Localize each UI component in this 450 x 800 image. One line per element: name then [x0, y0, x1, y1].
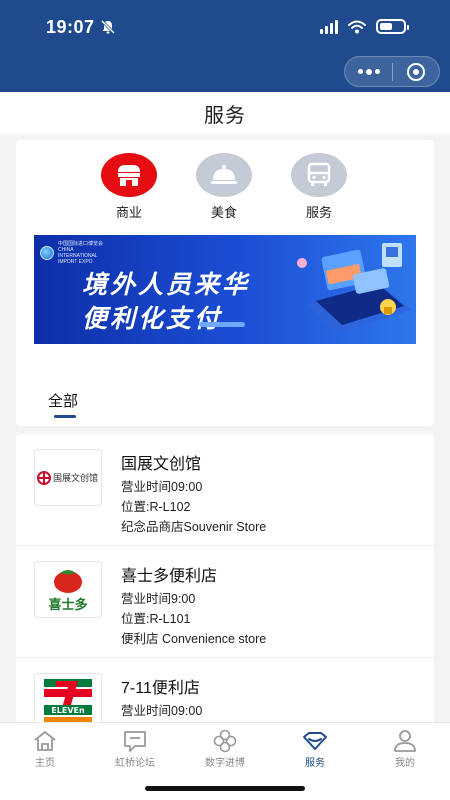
tab-service[interactable]: 服务	[280, 729, 350, 769]
close-miniprogram-icon[interactable]	[393, 57, 439, 86]
status-time: 19:07	[46, 17, 95, 37]
category-shopping[interactable]: 商业	[97, 153, 161, 221]
tab-profile[interactable]: 我的	[370, 729, 440, 769]
tab-forum[interactable]: 虹桥论坛	[100, 729, 170, 769]
food-cloche-icon	[196, 153, 252, 197]
profile-icon	[394, 730, 416, 752]
store-hours: 营业时间09:00	[121, 704, 203, 718]
globe-icon	[40, 246, 54, 260]
more-options-icon[interactable]	[345, 57, 392, 86]
store-name: 7-11便利店	[121, 680, 200, 697]
filter-tab-all[interactable]: 全部	[48, 390, 78, 411]
store-logo: 喜士多	[34, 561, 102, 618]
store-hours: 营业时间9:00	[121, 592, 196, 606]
tab-digital-expo[interactable]: 数字进博	[190, 729, 260, 769]
mini-program-capsule	[344, 56, 440, 87]
bus-icon	[291, 153, 347, 197]
svg-text:国展文创馆: 国展文创馆	[53, 472, 98, 484]
store-name: 喜士多便利店	[121, 568, 218, 585]
forum-icon	[124, 731, 146, 752]
status-bar: 19:07	[0, 0, 450, 92]
tab-label: 服务	[305, 758, 325, 769]
svg-text:ELEVEn: ELEVEn	[51, 706, 85, 715]
store-location: 位置:R-L102	[121, 500, 191, 514]
store-type: 纪念品商店Souvenir Store	[121, 520, 267, 534]
store-name: 国展文创馆	[121, 456, 202, 473]
banner-headline: 境外人员来华	[82, 271, 251, 299]
category-label: 商业	[115, 205, 142, 220]
category-label: 服务	[305, 205, 332, 220]
tab-label: 主页	[35, 758, 55, 769]
banner-pill-decoration	[199, 322, 245, 327]
list-item[interactable]: 国展文创馆 国展文创馆 营业时间09:00 位置:R-L102 纪念品商店Sou…	[16, 434, 434, 546]
shop-icon	[101, 153, 157, 197]
bell-muted-icon	[100, 19, 116, 35]
wifi-icon	[348, 20, 366, 33]
tab-label: 数字进博	[205, 758, 245, 769]
svg-text:喜士多: 喜士多	[48, 597, 87, 613]
tab-home[interactable]: 主页	[10, 729, 80, 769]
phone-payment-illustration	[297, 243, 411, 333]
home-indicator	[145, 786, 305, 791]
page-header: 服务	[0, 92, 450, 134]
store-location: 位置:R-L101	[121, 612, 191, 626]
promo-banner[interactable]: 中国国际进口博览会 CHINA INTERNATIONAL IMPORT EXP…	[34, 235, 416, 344]
home-icon	[34, 731, 56, 751]
tab-label: 我的	[395, 758, 415, 769]
page-title: 服务	[204, 104, 246, 127]
service-icon	[303, 732, 327, 750]
store-type: 便利店 Convenience store	[121, 632, 267, 646]
tab-label: 虹桥论坛	[115, 758, 155, 769]
store-list: 国展文创馆 国展文创馆 营业时间09:00 位置:R-L102 纪念品商店Sou…	[16, 434, 434, 734]
battery-icon	[376, 19, 409, 34]
category-label: 美食	[210, 205, 237, 220]
category-card: 商业 美食 服务 中国国际进口博览会 CHINA INTERNATIONAL I…	[16, 140, 434, 426]
category-food[interactable]: 美食	[192, 153, 256, 221]
clover-icon	[213, 729, 237, 753]
store-logo: 国展文创馆	[34, 449, 102, 506]
store-hours: 营业时间09:00	[121, 480, 203, 494]
cellular-signal-icon	[320, 19, 338, 34]
list-item[interactable]: 喜士多 喜士多便利店 营业时间9:00 位置:R-L101 便利店 Conven…	[16, 546, 434, 658]
banner-subheadline: 便利化支付	[82, 305, 223, 333]
expo-logo: 中国国际进口博览会 CHINA INTERNATIONAL IMPORT EXP…	[40, 241, 103, 265]
category-service[interactable]: 服务	[287, 153, 351, 221]
active-tab-indicator	[54, 415, 76, 418]
